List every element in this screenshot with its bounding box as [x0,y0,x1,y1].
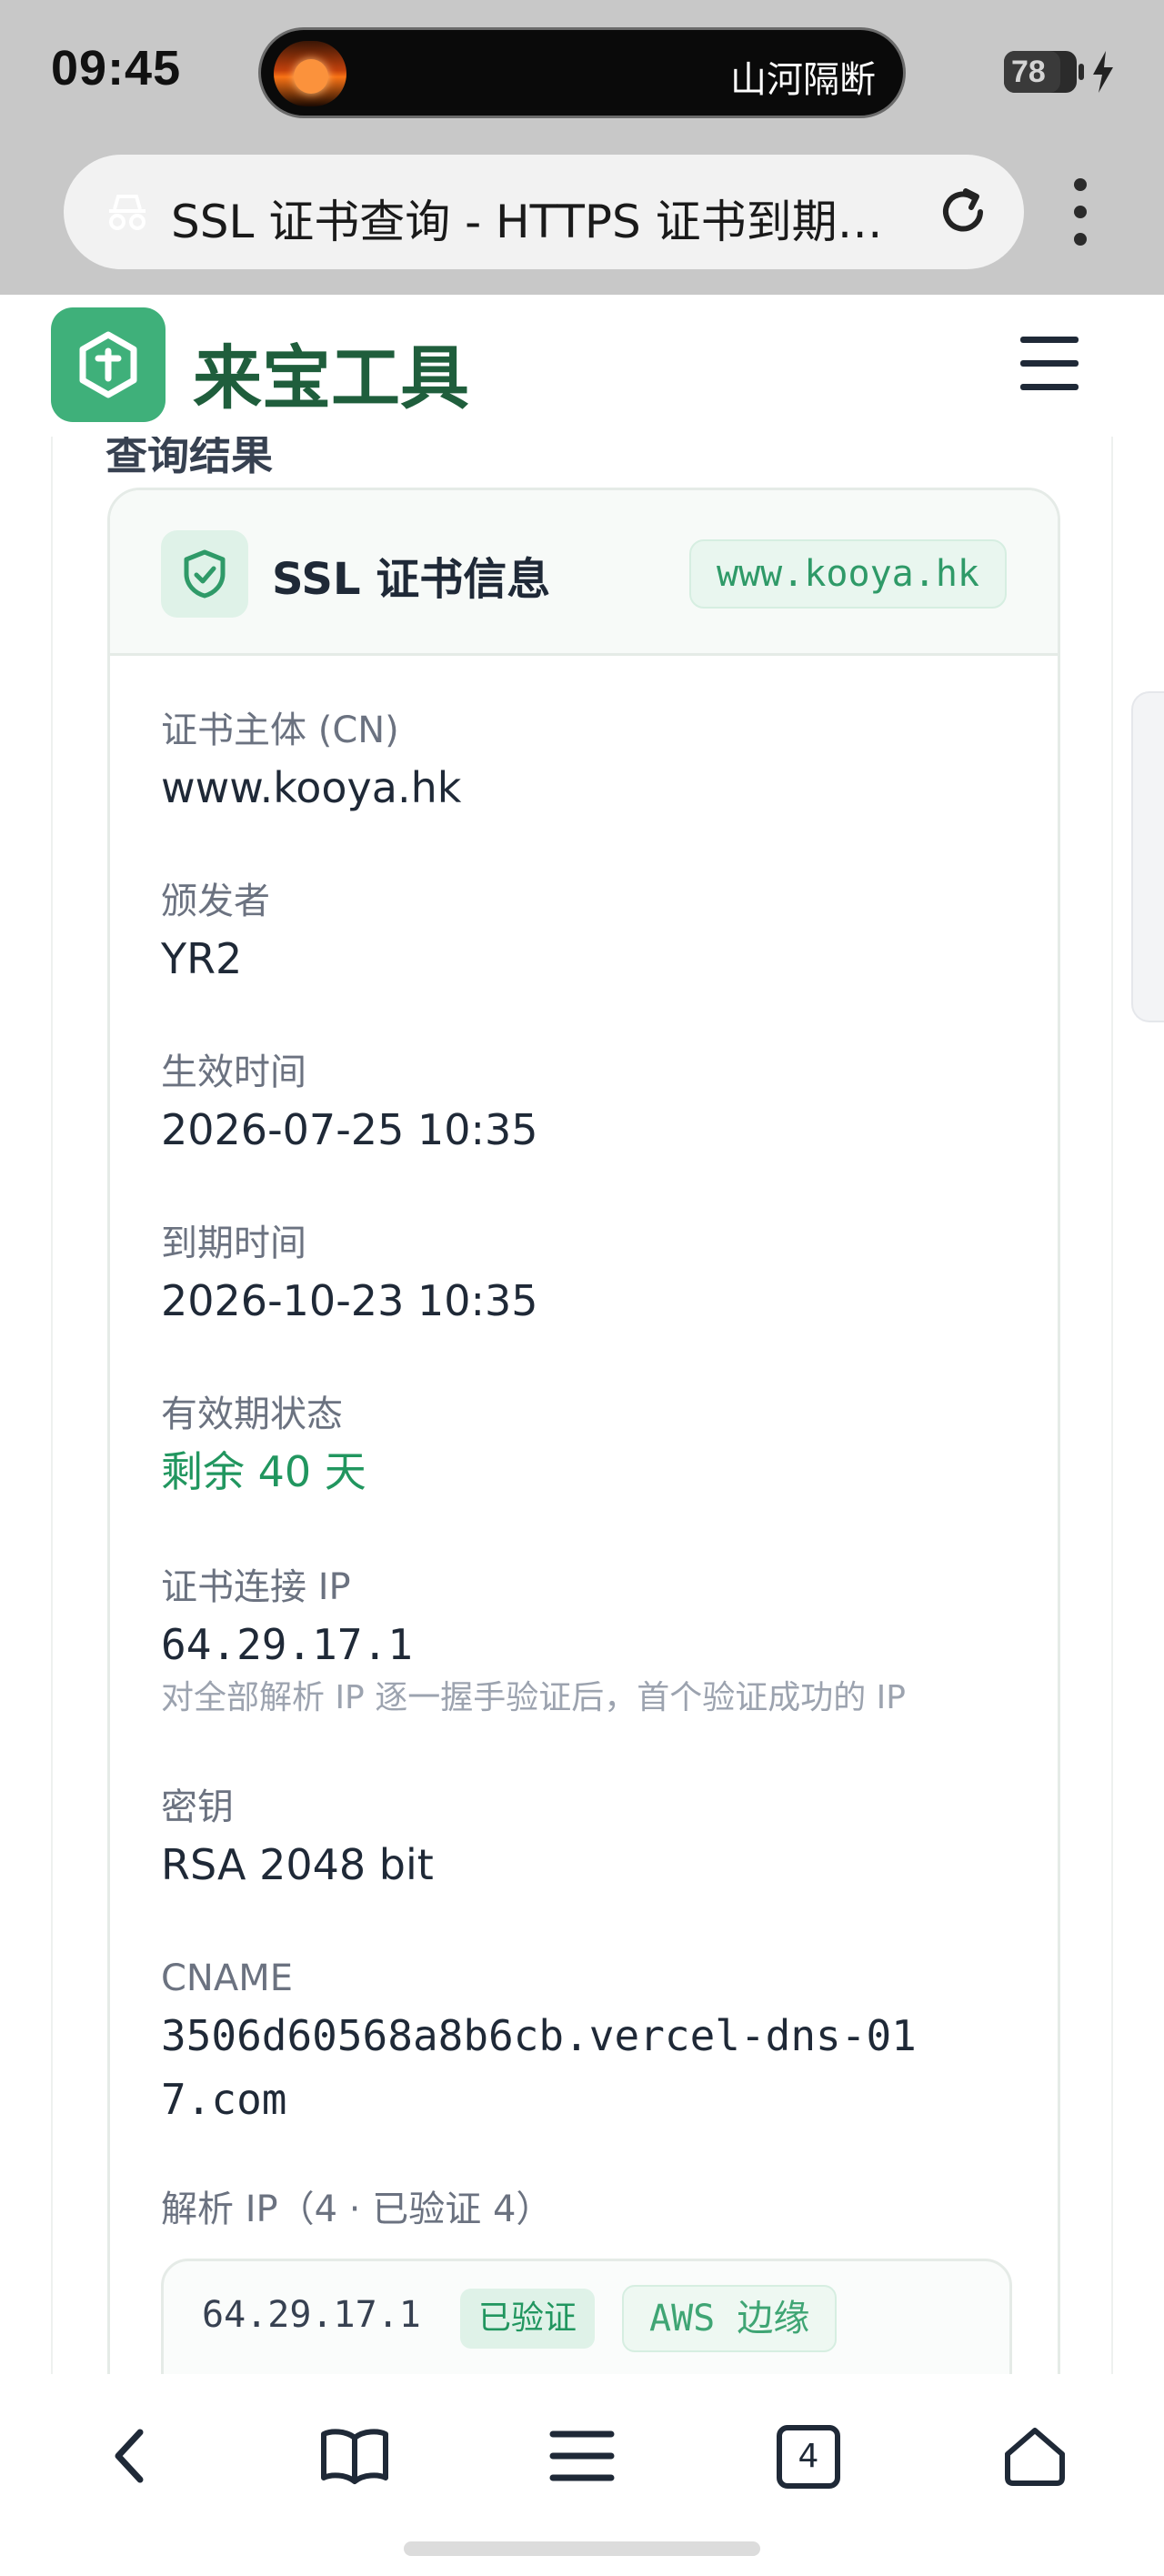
charging-bolt-icon [1093,51,1113,93]
remaining-days-value: 剩余 40 天 [161,1447,366,1496]
field-valid-to: 到期时间 2026-10-23 10:35 [161,1218,1034,1333]
battery-cap [1079,64,1084,80]
provider-badge: AWS 边缘 [622,2285,838,2352]
bookmarks-icon[interactable] [318,2420,391,2492]
gesture-bar[interactable] [404,2541,760,2556]
field-issuer: 颁发者 YR2 [161,876,1034,991]
site-header: 来宝工具 [0,295,1164,437]
menu-icon[interactable] [546,2420,618,2492]
album-art-icon [274,41,346,106]
brand-name[interactable]: 来宝工具 [193,322,469,422]
field-label: 密钥 [161,1786,234,1828]
field-subject: 证书主体 (CN) www.kooya.hk [161,705,1034,820]
back-icon[interactable] [95,2420,167,2492]
field-label: 有效期状态 [161,1394,343,1435]
battery-level: 78 [1011,55,1046,89]
card-header: SSL 证书信息 www.kooya.hk [110,490,1058,656]
shield-check-icon [184,549,226,599]
dynamic-island[interactable]: 山河隔断 [258,27,906,118]
field-status: 有效期状态 剩余 40 天 [161,1389,1034,1504]
field-value: 2026-10-23 10:35 [161,1276,538,1325]
page-title[interactable]: SSL 证书查询 - HTTPS 证书到期… [171,186,917,251]
field-label: 颁发者 [161,880,270,922]
field-connection-ip: 证书连接 IP 64.29.17.1 对全部解析 IP 逐一握手验证后，首个验证… [161,1562,1034,1720]
field-label: 证书连接 IP [161,1566,351,1608]
field-label: CNAME [161,1957,293,1999]
tab-count: 4 [798,2438,819,2475]
field-value: RSA 2048 bit [161,1840,434,1889]
field-note: 对全部解析 IP 逐一握手验证后，首个验证成功的 IP [161,1679,906,1716]
field-value: 3506d60568a8b6cb.vercel-dns-017.com [161,2011,917,2124]
field-resolved-ips: 解析 IP（4 · 已验证 4） [161,2184,1034,2235]
field-value: 64.29.17.1 [161,1620,413,1669]
status-time: 09:45 [51,41,182,96]
field-value: YR2 [161,934,243,983]
address-bar[interactable]: SSL 证书查询 - HTTPS 证书到期… [64,155,1024,269]
ip-row: 64.29.17.1 已验证 AWS 边缘 [161,2259,1012,2374]
kebab-menu-icon[interactable] [1069,178,1091,246]
incognito-icon [109,195,146,230]
field-value: www.kooya.hk [161,763,462,812]
field-label: 到期时间 [161,1223,306,1264]
section-title: 查询结果 [105,437,273,479]
field-valid-from: 生效时间 2026-07-25 10:35 [161,1047,1034,1162]
verified-badge: 已验证 [460,2289,596,2349]
scroll-handle[interactable] [1131,691,1164,1022]
field-label: 生效时间 [161,1052,306,1093]
field-value: 2026-07-25 10:35 [161,1105,538,1154]
bottom-nav: 4 [0,2374,1164,2576]
card-title: SSL 证书信息 [272,554,551,605]
home-icon[interactable] [998,2420,1071,2492]
tabs-icon[interactable]: 4 [777,2425,840,2489]
domain-badge: www.kooya.hk [689,539,1007,609]
now-playing-text: 山河隔断 [730,59,876,101]
main-content: 查询结果 SSL 证书信息 www.kooya.hk 证书主体 (CN) www… [51,437,1113,2374]
field-key: 密钥 RSA 2048 bit [161,1782,1034,1897]
shield-badge [161,530,248,618]
battery-indicator: 78 [1004,51,1077,93]
ip-address: 64.29.17.1 [202,2294,421,2336]
reload-icon[interactable] [935,184,991,240]
field-cname: CNAME 3506d60568a8b6cb.vercel-dns-017.co… [161,1953,943,2131]
field-label: 解析 IP（4 · 已验证 4） [161,2189,553,2230]
ssl-info-card: SSL 证书信息 www.kooya.hk 证书主体 (CN) www.kooy… [107,488,1060,2374]
logo-icon[interactable] [51,307,166,422]
browser-chrome: 09:45 山河隔断 78 SSL 证书查询 - HTTPS 证书到期… [0,0,1164,295]
field-label: 证书主体 (CN) [161,709,399,751]
hamburger-menu-icon[interactable] [1020,337,1079,391]
